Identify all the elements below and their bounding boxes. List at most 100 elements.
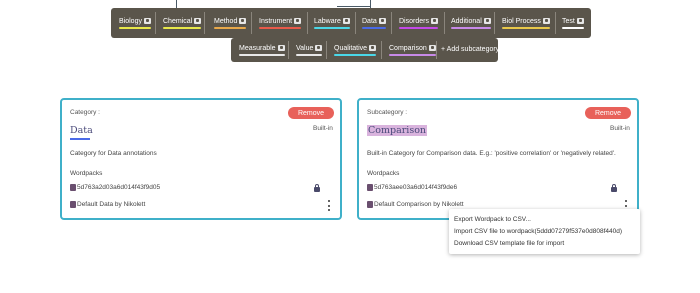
subcategory-card: Subcategory : Remove Comparison Built-in… [357,98,639,220]
category-description: Category for Data annotations [70,150,157,157]
divider [288,41,289,59]
lock-icon [314,184,320,192]
wordpack-name: 5d763a2d03a6d014f43f9d05 [77,184,161,191]
builtin-label: Built-in [313,125,333,132]
wordpack-row[interactable]: Default Data by Nikolett [70,201,145,208]
more-options-icon[interactable] [327,200,330,211]
wordpack-badge-icon [542,18,550,24]
category-color-underline [314,26,350,29]
subcategory-qualitative[interactable]: Qualitative [332,38,378,62]
category-additional[interactable]: Additional [449,8,493,38]
category-biol-process[interactable]: Biol Process [500,8,552,38]
wordpack-name: Default Data by Nikolett [77,201,146,208]
wordpacks-title: Wordpacks [367,170,400,177]
wordpack-badge-icon [369,45,377,51]
subcategory-color-underline [239,53,285,56]
subcategory-label: Qualitative [334,44,368,52]
subcategory-description: Built-in Category for Comparison data. E… [367,150,616,157]
category-label: Method [214,17,238,25]
wordpack-badge-icon [342,18,350,24]
card-type-label: Category : [70,109,100,116]
category-color-underline [502,26,550,29]
category-label: Additional [451,17,482,25]
lock-icon [611,184,617,192]
category-label: Instrument [259,17,293,25]
subcategory-name: Comparison [367,125,428,136]
subcategory-value[interactable]: Value [294,38,324,62]
divider [494,12,495,34]
divider [355,12,356,34]
category-label: Data [362,17,377,25]
divider [391,12,392,34]
category-color-underline [214,26,247,29]
wordpack-badge-icon [430,18,438,24]
wordpack-badge-icon [576,18,584,24]
category-color-underline [362,26,386,29]
category-chemical[interactable]: Chemical [161,8,203,38]
book-icon [70,201,76,208]
card-type-label: Subcategory : [367,109,408,116]
wordpack-row[interactable]: 5d763aee03a6d014f43f9de6 [367,184,457,191]
category-name-underline [70,138,90,140]
wordpack-name: 5d763aee03a6d014f43f9de6 [374,184,458,191]
divider [436,41,437,59]
subcategory-label: Value [296,44,314,52]
wordpacks-title: Wordpacks [70,170,103,177]
divider [155,12,156,34]
divider [381,41,382,59]
category-biology[interactable]: Biology [117,8,153,38]
category-test[interactable]: Test [560,8,586,38]
divider [444,12,445,34]
category-label: Disorders [399,17,429,25]
wordpack-row[interactable]: Default Comparison by Nikolett [367,201,464,208]
category-label: Biol Process [502,17,541,25]
subcategory-measurable[interactable]: Measurable [237,38,287,62]
subcategory-color-underline [389,53,436,56]
wordpack-badge-icon [294,18,302,24]
menu-item-download-template[interactable]: Download CSV template file for import [454,240,564,247]
wordpack-name: Default Comparison by Nikolett [374,201,464,208]
add-subcategory-button[interactable]: + Add subcategory [441,46,499,53]
category-data[interactable]: Data [360,8,388,38]
menu-item-import-csv[interactable]: Import CSV file to wordpack(5ddd07279f53… [454,228,622,235]
divider [326,41,327,59]
subcategory-color-underline [334,53,377,56]
top-connector-right [370,0,371,8]
subcategory-label: Measurable [239,44,276,52]
subcategory-comparison[interactable]: Comparison [387,38,438,62]
category-disorders[interactable]: Disorders [397,8,440,38]
wordpack-context-menu: Export Wordpack to CSV... Import CSV fil… [449,209,640,254]
category-label: Labware [314,17,341,25]
book-icon [367,184,373,191]
category-color-underline [119,26,151,29]
category-method[interactable]: Method [212,8,248,38]
category-bar: Biology Chemical Method Instrument Labwa… [111,8,591,38]
divider [204,12,205,34]
divider [555,12,556,34]
category-label: Chemical [163,17,193,25]
category-color-underline [562,26,584,29]
builtin-label: Built-in [610,125,630,132]
category-instrument[interactable]: Instrument [257,8,303,38]
menu-item-export-csv[interactable]: Export Wordpack to CSV... [454,216,531,223]
divider [251,12,252,34]
wordpack-badge-icon [277,45,285,51]
category-color-underline [399,26,438,29]
book-icon [367,201,373,208]
category-label: Test [562,17,575,25]
wordpack-badge-icon [194,18,202,24]
wordpack-badge-icon [428,45,436,51]
wordpack-badge-icon [143,18,151,24]
wordpack-badge-icon [378,18,386,24]
remove-button[interactable]: Remove [585,107,631,119]
remove-button[interactable]: Remove [288,107,334,119]
category-color-underline [451,26,491,29]
book-icon [70,184,76,191]
wordpack-row[interactable]: 5d763a2d03a6d014f43f9d05 [70,184,160,191]
subcategory-bar: Measurable Value Qualitative Comparison … [231,38,499,62]
subcategory-label: Comparison [389,44,427,52]
category-label: Biology [119,17,142,25]
category-labware[interactable]: Labware [312,8,352,38]
wordpack-badge-icon [315,45,323,51]
category-color-underline [163,26,202,29]
